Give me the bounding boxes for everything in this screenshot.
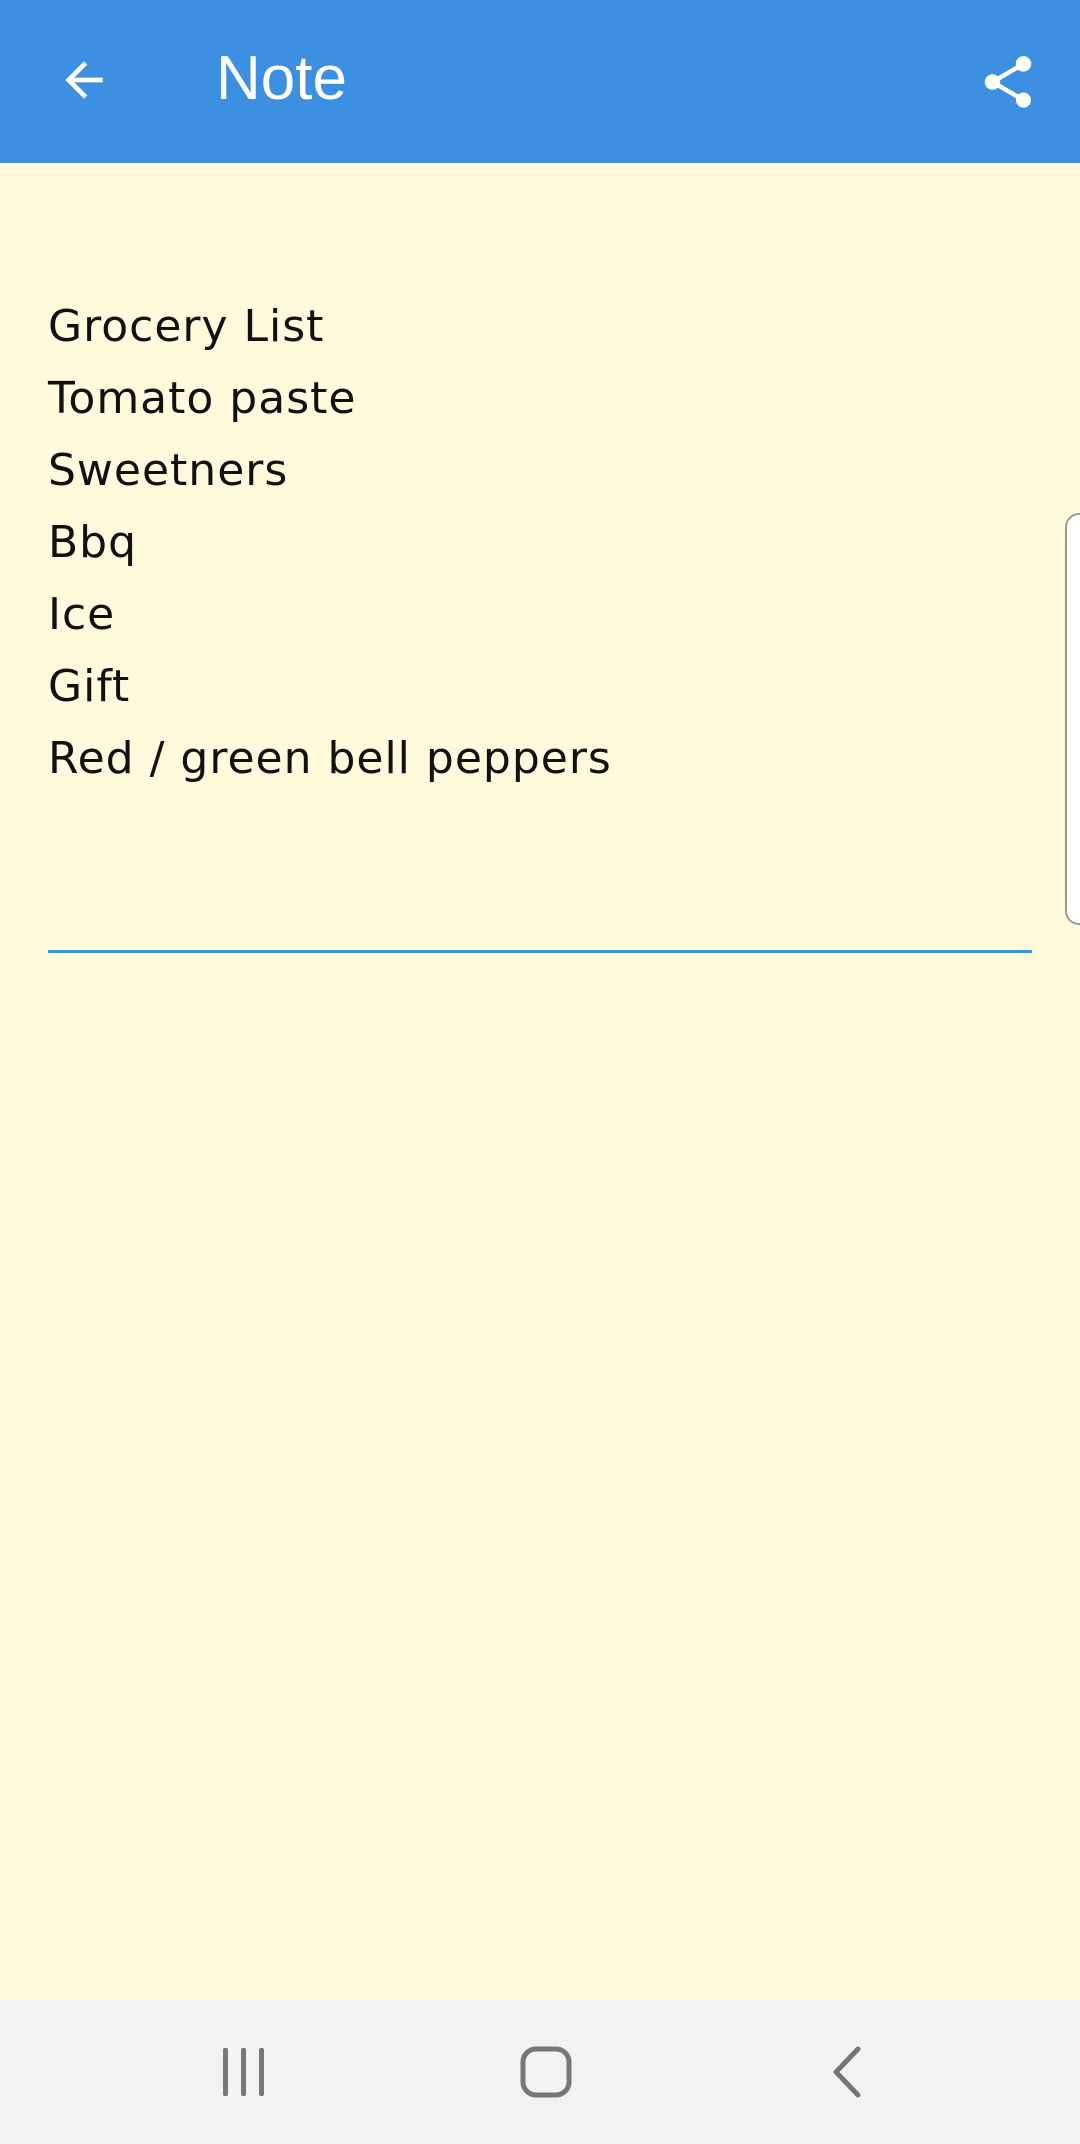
share-button[interactable] — [962, 36, 1054, 128]
note-line: Gift — [48, 661, 131, 712]
share-icon — [984, 56, 1032, 108]
note-line: Sweetners — [48, 445, 289, 496]
note-line: Grocery List — [48, 301, 325, 352]
back-nav-button[interactable] — [793, 2022, 903, 2122]
note-area: Grocery List Tomato paste Sweetners Bbq … — [0, 163, 1080, 2000]
recent-apps-button[interactable] — [189, 2022, 299, 2122]
back-icon — [833, 2046, 861, 2098]
system-nav-bar — [0, 2000, 1080, 2144]
page-title: Note — [216, 44, 347, 113]
home-button[interactable] — [491, 2022, 601, 2122]
note-line: Bbq — [48, 517, 138, 568]
edge-panel-handle[interactable] — [1065, 513, 1080, 925]
note-line: Ice — [48, 589, 116, 640]
note-line: Red / green bell peppers — [48, 733, 612, 784]
note-text-field[interactable]: Grocery List Tomato paste Sweetners Bbq … — [48, 291, 1032, 953]
back-button[interactable] — [40, 36, 128, 124]
home-icon — [520, 2046, 572, 2098]
arrow-left-icon — [65, 61, 103, 99]
note-line: Tomato paste — [48, 373, 357, 424]
recent-apps-icon — [223, 2048, 264, 2096]
app-bar: Note — [0, 0, 1080, 163]
